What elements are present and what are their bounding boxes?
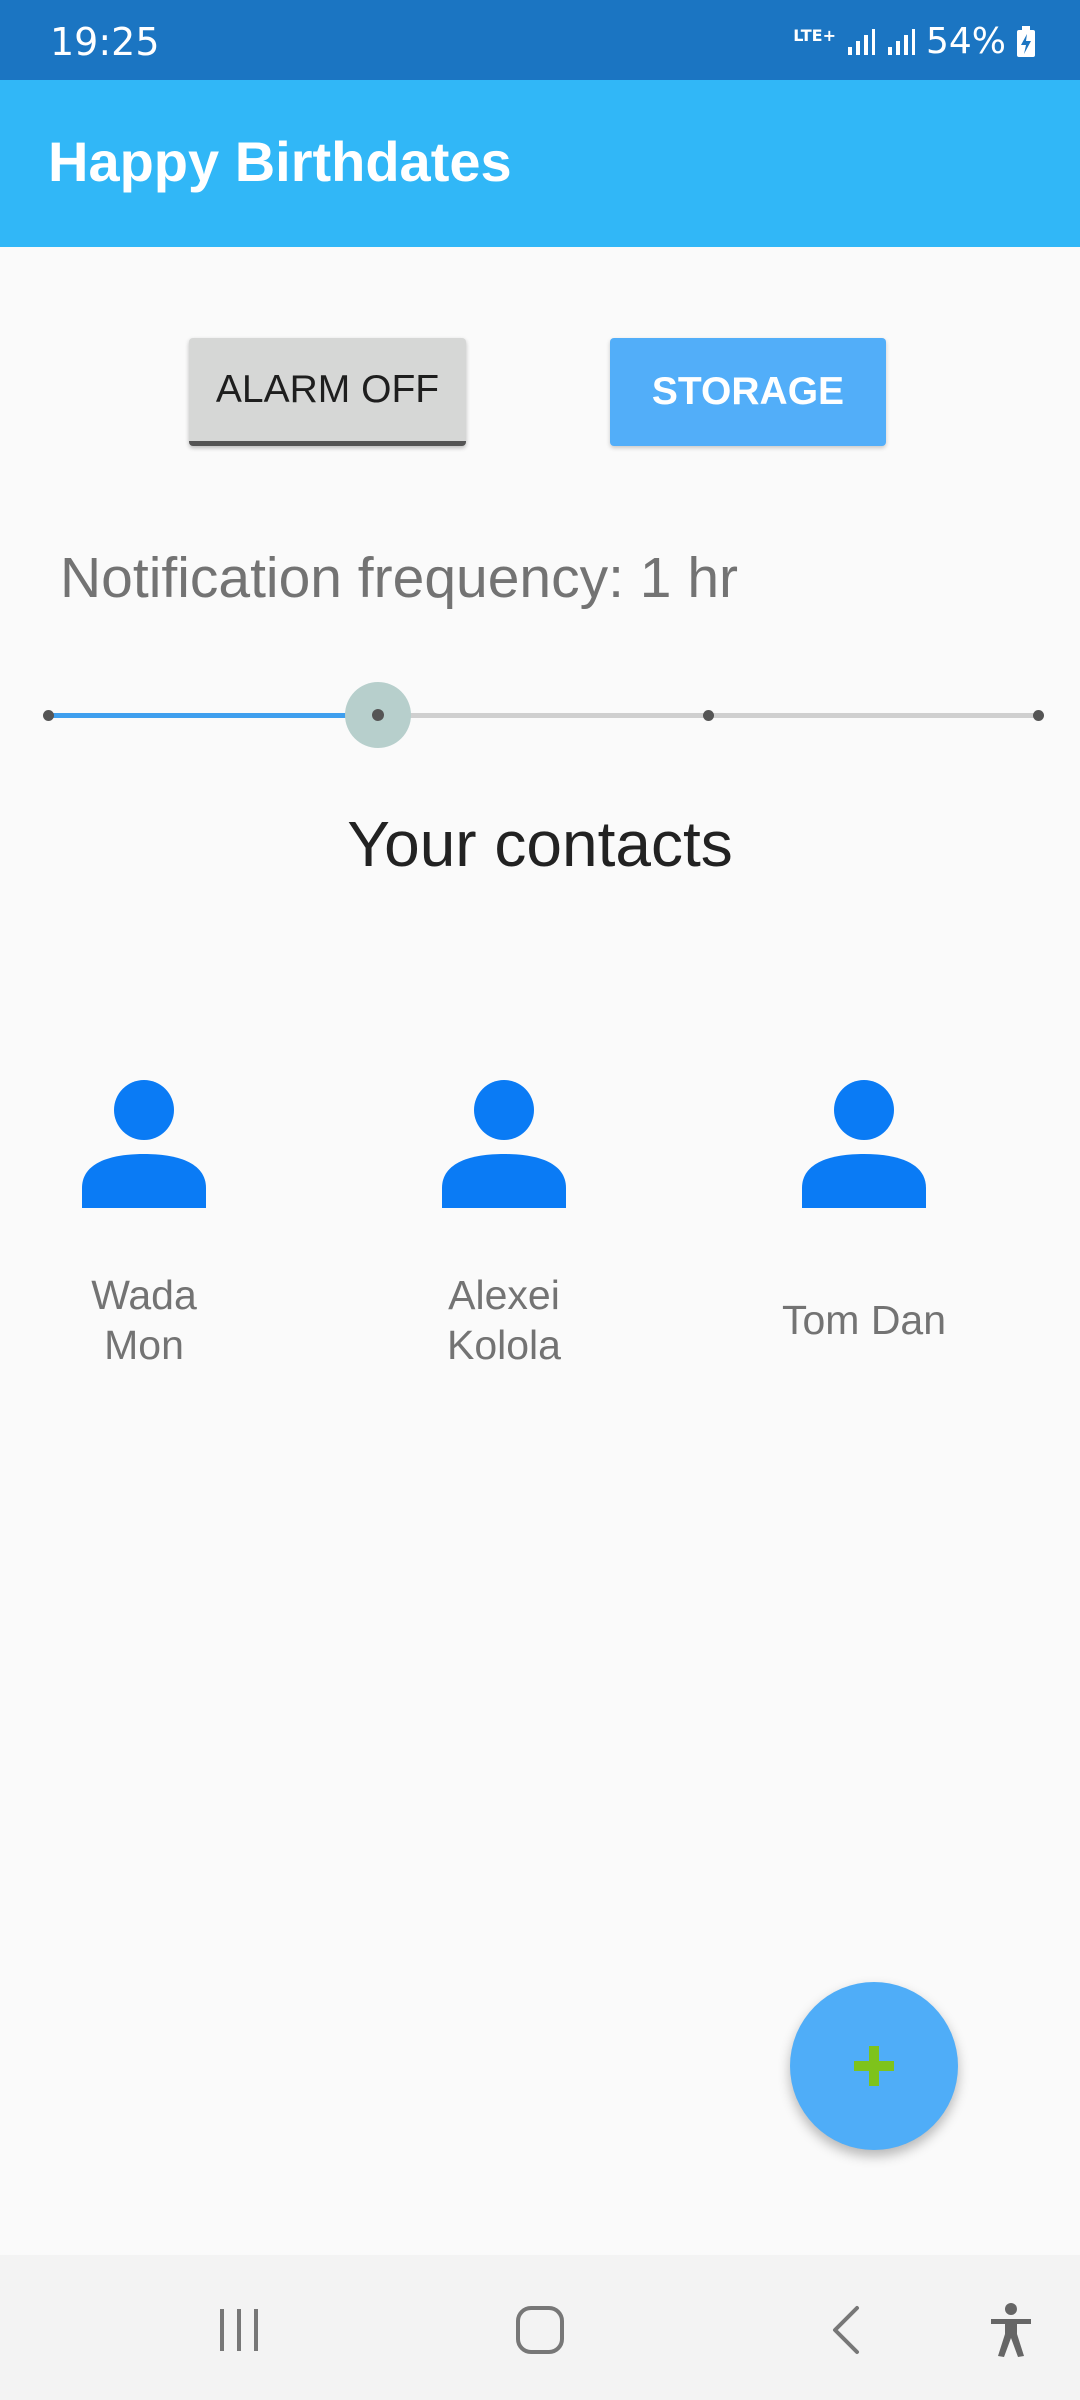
contact-name-wrap: Tom Dan xyxy=(714,1270,1014,1370)
status-time: 19:25 xyxy=(50,20,160,64)
back-button[interactable] xyxy=(810,2295,880,2365)
home-button[interactable] xyxy=(505,2295,575,2365)
back-icon xyxy=(833,2306,859,2354)
app-bar: Happy Birthdates xyxy=(0,80,1080,247)
contact-item[interactable]: Tom Dan xyxy=(714,1080,1014,1370)
notification-frequency-label: Notification frequency: 1 hr xyxy=(60,546,739,610)
status-icons: LTE+ 54% xyxy=(793,22,1036,62)
app-screen: 19:25 LTE+ 54% Happy Birthdates ALARM OF… xyxy=(0,0,1080,2400)
status-bar: 19:25 LTE+ 54% xyxy=(0,0,1080,80)
alarm-toggle-button[interactable]: ALARM OFF xyxy=(189,338,466,446)
accessibility-button[interactable] xyxy=(976,2295,1046,2365)
slider-active-track xyxy=(48,713,378,718)
person-icon xyxy=(802,1080,926,1208)
slider-thumb[interactable] xyxy=(345,682,411,748)
contact-name-wrap: Alexei Kolola xyxy=(354,1270,654,1370)
contact-name: Tom Dan xyxy=(781,1297,947,1343)
slider-tick xyxy=(1033,710,1044,721)
app-title: Happy Birthdates xyxy=(48,130,512,193)
accessibility-icon xyxy=(991,2303,1031,2357)
home-icon xyxy=(516,2306,564,2354)
contact-item[interactable]: Wada Mon xyxy=(0,1080,294,1370)
signal-icon xyxy=(847,29,875,55)
signal-icon-2 xyxy=(887,29,915,55)
recents-icon xyxy=(220,2309,258,2351)
battery-percentage: 54% xyxy=(925,21,1006,62)
storage-button[interactable]: STORAGE xyxy=(610,338,886,446)
recents-button[interactable] xyxy=(204,2295,274,2365)
contact-name: Alexei Kolola xyxy=(447,1272,561,1368)
add-contact-fab[interactable] xyxy=(790,1982,958,2150)
person-icon xyxy=(82,1080,206,1208)
lte-indicator: LTE+ xyxy=(793,26,836,45)
frequency-slider[interactable] xyxy=(30,680,1050,750)
contact-name: Wada Mon xyxy=(91,1272,197,1368)
person-icon xyxy=(442,1080,566,1208)
slider-tick xyxy=(703,710,714,721)
contact-item[interactable]: Alexei Kolola xyxy=(354,1080,654,1370)
system-nav-bar xyxy=(0,2255,1080,2400)
contact-name-wrap: Wada Mon xyxy=(0,1270,294,1370)
plus-icon xyxy=(854,2046,894,2086)
slider-tick xyxy=(43,710,54,721)
battery-charging-icon xyxy=(1017,26,1035,57)
contacts-title: Your contacts xyxy=(347,808,733,880)
